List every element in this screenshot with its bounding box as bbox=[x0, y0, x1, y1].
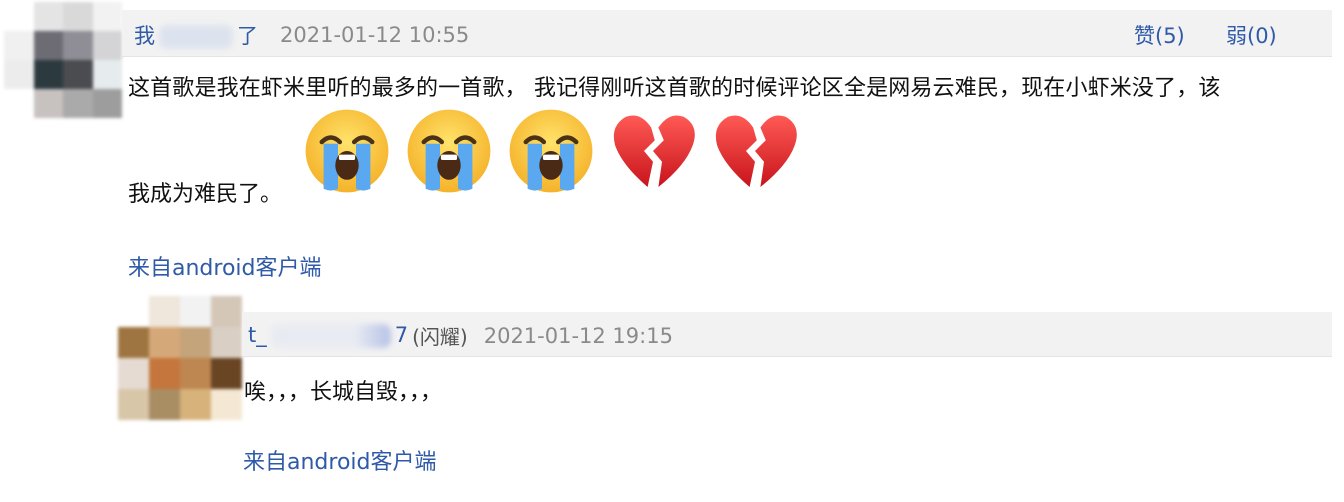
avatar-pixel bbox=[92, 89, 122, 118]
username-prefix: 我 bbox=[134, 24, 155, 48]
reply-header: t_ 7 (闪耀) 2021-01-12 19:15 bbox=[242, 312, 1332, 357]
avatar-pixel bbox=[63, 60, 93, 89]
reply-text: 唉，，，长城自毁，，， bbox=[244, 380, 443, 405]
loudly-crying-face-icon bbox=[407, 109, 491, 193]
avatar-pixel bbox=[180, 327, 211, 358]
avatar-pixel bbox=[180, 358, 211, 389]
avatar-pixel bbox=[92, 2, 122, 31]
avatar-pixel bbox=[149, 358, 180, 389]
avatar-pixel bbox=[149, 389, 180, 420]
avatar-pixel bbox=[33, 60, 63, 89]
broken-heart-icon bbox=[613, 115, 695, 187]
avatar-pixel bbox=[118, 327, 149, 358]
avatar-pixel bbox=[33, 31, 63, 60]
avatar-pixel bbox=[180, 296, 211, 327]
avatar-pixel bbox=[4, 60, 34, 89]
loudly-crying-face-icon bbox=[305, 109, 389, 193]
comment-header: 我了 2021-01-12 10:55 赞(5) 弱(0) bbox=[122, 10, 1332, 57]
username-prefix: t_ bbox=[248, 323, 267, 347]
avatar-pixel bbox=[211, 358, 242, 389]
user-flair: (闪耀) bbox=[412, 325, 468, 349]
avatar-pixel bbox=[211, 389, 242, 420]
emoji-row bbox=[302, 106, 800, 196]
weak-button[interactable]: 弱(0) bbox=[1226, 20, 1277, 50]
avatar-pixel bbox=[211, 296, 242, 327]
avatar-pixel bbox=[4, 2, 34, 31]
loudly-crying-face-icon bbox=[509, 109, 593, 193]
avatar-pixel bbox=[149, 296, 180, 327]
avatar-pixel bbox=[33, 89, 63, 118]
avatar-pixel bbox=[149, 327, 180, 358]
like-button[interactable]: 赞(5) bbox=[1134, 20, 1185, 50]
broken-heart-icon bbox=[715, 115, 797, 187]
avatar-pixel bbox=[118, 389, 149, 420]
comment-text-line: 这首歌是我在虾米里听的最多的一首歌， 我记得刚听这首歌的时候评论区全是网易云难民… bbox=[128, 76, 1221, 101]
source-link[interactable]: 来自android客户端 bbox=[128, 250, 322, 282]
source-link[interactable]: 来自android客户端 bbox=[243, 444, 437, 476]
username-suffix: 7 bbox=[394, 323, 409, 347]
comment-text-line: 我成为难民了。 bbox=[128, 182, 283, 207]
avatar-pixel bbox=[33, 2, 63, 31]
avatar-pixel bbox=[180, 389, 211, 420]
avatar[interactable] bbox=[4, 2, 122, 118]
avatar-pixel bbox=[92, 31, 122, 60]
avatar-pixel bbox=[4, 89, 34, 118]
username-blur-mask bbox=[270, 324, 391, 348]
comment-timestamp: 2021-01-12 19:15 bbox=[483, 323, 673, 348]
username-link[interactable]: t_ 7 bbox=[248, 323, 408, 348]
avatar-pixel bbox=[63, 89, 93, 118]
avatar-pixel bbox=[118, 296, 149, 327]
username-link[interactable]: 我了 bbox=[134, 20, 258, 50]
avatar-pixel bbox=[4, 31, 34, 60]
avatar-pixel bbox=[92, 60, 122, 89]
username-suffix: 了 bbox=[237, 24, 258, 48]
username-blur-mask bbox=[159, 25, 233, 49]
avatar-pixel bbox=[63, 31, 93, 60]
avatar-pixel bbox=[211, 327, 242, 358]
comment-timestamp: 2021-01-12 10:55 bbox=[280, 23, 470, 47]
avatar-pixel bbox=[118, 358, 149, 389]
avatar-pixel bbox=[63, 2, 93, 31]
avatar[interactable] bbox=[118, 296, 242, 420]
